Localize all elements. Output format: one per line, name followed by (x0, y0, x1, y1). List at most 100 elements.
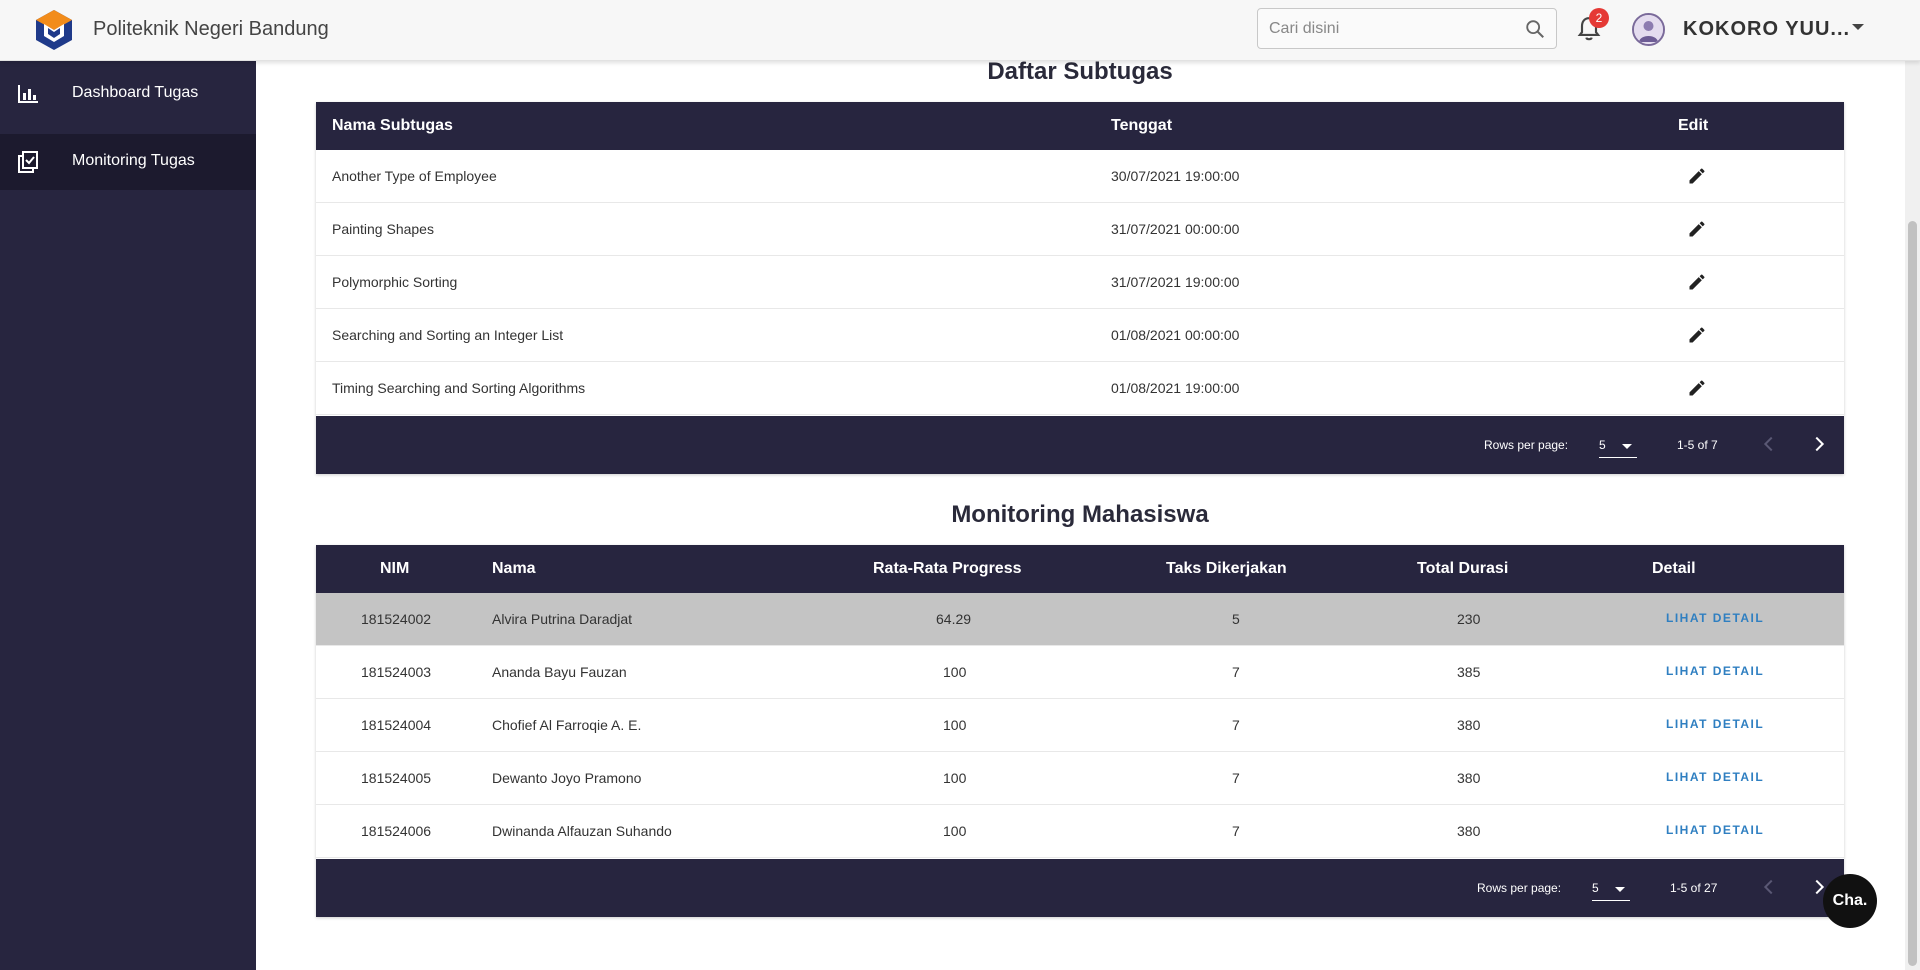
pagination-range: 1-5 of 7 (1677, 438, 1718, 452)
search-box[interactable] (1257, 8, 1557, 49)
column-header-edit: Edit (1678, 117, 1709, 134)
mahasiswa-nama: Dewanto Joyo Pramono (492, 770, 642, 786)
mahasiswa-taks: 7 (1232, 770, 1240, 786)
chevron-left-icon[interactable] (1758, 876, 1780, 898)
table-row: Timing Searching and Sorting Algorithms … (316, 362, 1844, 415)
rows-per-page-label: Rows per page: (1484, 438, 1569, 452)
column-header-nim[interactable]: NIM (380, 560, 409, 578)
mahasiswa-progress: 100 (943, 770, 967, 786)
lihat-detail-link[interactable]: LIHAT DETAIL (1666, 664, 1764, 678)
column-header-detail: Detail (1652, 560, 1696, 577)
monitoring-title: Monitoring Mahasiswa (951, 501, 1209, 528)
table-row: 181524006 Dwinanda Alfauzan Suhando 100 … (316, 805, 1844, 858)
table-row: Polymorphic Sorting 31/07/2021 19:00:00 (316, 256, 1844, 309)
table-pagination: Rows per page: 5 1-5 of 27 (316, 859, 1844, 917)
mahasiswa-nim: 181524006 (361, 823, 432, 839)
mahasiswa-progress: 64.29 (936, 611, 972, 627)
main-content: Daftar Subtugas Nama Subtugas Tenggat Ed… (256, 61, 1896, 970)
subtugas-tenggat: 01/08/2021 19:00:00 (1111, 380, 1240, 396)
page-scrollbar[interactable] (1905, 61, 1920, 970)
sidebar-item-monitoring-tugas[interactable]: Monitoring Tugas (0, 134, 256, 190)
avatar-image-icon (1634, 15, 1663, 44)
username[interactable]: KOKORO YUU... (1683, 18, 1850, 41)
chat-widget-button[interactable]: Cha. (1823, 874, 1877, 928)
column-header-nama-subtugas[interactable]: Nama Subtugas (332, 117, 453, 135)
polban-logo-icon[interactable] (34, 8, 74, 52)
rows-per-page-label: Rows per page: (1477, 881, 1562, 895)
sidebar: Dashboard Tugas Monitoring Tugas (0, 61, 256, 970)
subtugas-nama: Polymorphic Sorting (332, 274, 458, 290)
mahasiswa-durasi: 380 (1457, 717, 1481, 733)
top-bar: Politeknik Negeri Bandung 2 KOKORO YUU..… (0, 0, 1920, 61)
subtugas-nama: Timing Searching and Sorting Algorithms (332, 380, 586, 396)
chevron-down-icon[interactable] (1622, 444, 1632, 449)
mahasiswa-nim: 181524002 (361, 611, 432, 627)
subtugas-tenggat: 31/07/2021 00:00:00 (1111, 221, 1240, 237)
lihat-detail-link[interactable]: LIHAT DETAIL (1666, 770, 1764, 784)
table-header: Nama Subtugas Tenggat Edit (316, 102, 1844, 150)
subtugas-tenggat: 30/07/2021 19:00:00 (1111, 168, 1240, 184)
edit-pencil-icon[interactable] (1687, 166, 1707, 186)
table-pagination: Rows per page: 5 1-5 of 7 (316, 416, 1844, 474)
mahasiswa-durasi: 380 (1457, 823, 1481, 839)
notification-badge: 2 (1589, 8, 1609, 28)
mahasiswa-taks: 7 (1232, 717, 1240, 733)
mahasiswa-taks: 5 (1232, 611, 1240, 627)
monitoring-table: NIM Nama Rata-Rata Progress Taks Dikerja… (316, 545, 1844, 917)
mahasiswa-progress: 100 (943, 823, 967, 839)
mahasiswa-taks: 7 (1232, 664, 1240, 680)
mahasiswa-nama: Chofief Al Farroqie A. E. (492, 717, 642, 733)
subtugas-nama: Another Type of Employee (332, 168, 497, 184)
column-header-tenggat[interactable]: Tenggat (1111, 117, 1172, 135)
mahasiswa-progress: 100 (943, 664, 967, 680)
sidebar-item-label: Dashboard Tugas (72, 84, 199, 101)
lihat-detail-link[interactable]: LIHAT DETAIL (1666, 611, 1764, 625)
table-row: 181524003 Ananda Bayu Fauzan 100 7 385 L… (316, 646, 1844, 699)
sidebar-item-label: Monitoring Tugas (72, 152, 195, 169)
search-icon[interactable] (1524, 18, 1546, 40)
scrollbar-thumb[interactable] (1908, 221, 1917, 966)
table-row: 181524005 Dewanto Joyo Pramono 100 7 380… (316, 752, 1844, 805)
bar-chart-icon (18, 85, 38, 103)
column-header-total-durasi[interactable]: Total Durasi (1417, 560, 1508, 578)
mahasiswa-nim: 181524004 (361, 717, 432, 733)
subtugas-tenggat: 31/07/2021 19:00:00 (1111, 274, 1240, 290)
mahasiswa-nim: 181524005 (361, 770, 432, 786)
table-row: 181524002 Alvira Putrina Daradjat 64.29 … (316, 593, 1844, 646)
table-row: Another Type of Employee 30/07/2021 19:0… (316, 150, 1844, 203)
mahasiswa-nama: Dwinanda Alfauzan Suhando (492, 823, 672, 839)
search-input[interactable] (1269, 18, 1509, 40)
mahasiswa-progress: 100 (943, 717, 967, 733)
table-row: Painting Shapes 31/07/2021 00:00:00 (316, 203, 1844, 256)
lihat-detail-link[interactable]: LIHAT DETAIL (1666, 823, 1764, 837)
subtugas-table: Nama Subtugas Tenggat Edit Another Type … (316, 102, 1844, 474)
chevron-left-icon[interactable] (1758, 433, 1780, 455)
mahasiswa-durasi: 380 (1457, 770, 1481, 786)
edit-pencil-icon[interactable] (1687, 325, 1707, 345)
table-row: 181524004 Chofief Al Farroqie A. E. 100 … (316, 699, 1844, 752)
chevron-right-icon[interactable] (1808, 433, 1830, 455)
subtugas-title: Daftar Subtugas (987, 61, 1173, 85)
mahasiswa-durasi: 385 (1457, 664, 1481, 680)
table-row: Searching and Sorting an Integer List 01… (316, 309, 1844, 362)
chevron-down-icon[interactable] (1852, 24, 1864, 30)
avatar[interactable] (1632, 13, 1665, 46)
mahasiswa-nim: 181524003 (361, 664, 432, 680)
column-header-rata-rata-progress[interactable]: Rata-Rata Progress (873, 560, 1022, 578)
lihat-detail-link[interactable]: LIHAT DETAIL (1666, 717, 1764, 731)
edit-pencil-icon[interactable] (1687, 272, 1707, 292)
table-header: NIM Nama Rata-Rata Progress Taks Dikerja… (316, 545, 1844, 593)
column-header-taks-dikerjakan[interactable]: Taks Dikerjakan (1166, 560, 1287, 578)
subtugas-tenggat: 01/08/2021 00:00:00 (1111, 327, 1240, 343)
sidebar-item-dashboard-tugas[interactable]: Dashboard Tugas (0, 66, 256, 122)
mahasiswa-taks: 7 (1232, 823, 1240, 839)
edit-pencil-icon[interactable] (1687, 219, 1707, 239)
mahasiswa-nama: Alvira Putrina Daradjat (492, 611, 633, 627)
brand-name[interactable]: Politeknik Negeri Bandung (93, 18, 329, 41)
subtugas-nama: Searching and Sorting an Integer List (332, 327, 564, 343)
subtugas-nama: Painting Shapes (332, 221, 434, 237)
column-header-nama[interactable]: Nama (492, 560, 536, 578)
chevron-down-icon[interactable] (1615, 887, 1625, 892)
edit-pencil-icon[interactable] (1687, 378, 1707, 398)
mahasiswa-nama: Ananda Bayu Fauzan (492, 664, 627, 680)
